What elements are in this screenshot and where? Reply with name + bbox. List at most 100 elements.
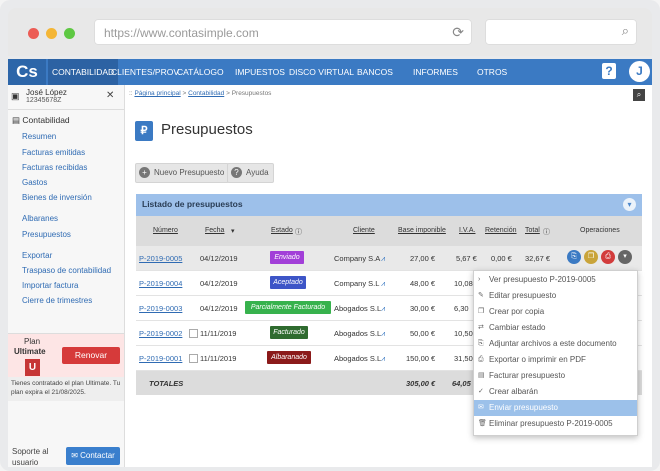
menu-item-exportar-pdf[interactable]: ⎙ Exportar o imprimir en PDF: [474, 352, 637, 368]
sidebar-item-albaranes[interactable]: Albaranes: [22, 214, 58, 223]
reload-icon[interactable]: ⟳: [452, 24, 464, 41]
chart-icon[interactable]: ⩘: [381, 354, 385, 364]
row-numero[interactable]: P-2019-0001: [139, 354, 182, 363]
menu-item-crear-albaran[interactable]: ✓ Crear albarán: [474, 384, 637, 400]
sidebar-item-importar-factura[interactable]: Importar factura: [22, 281, 78, 290]
row-numero[interactable]: P-2019-0005: [139, 254, 182, 263]
nav-informes[interactable]: INFORMES: [413, 59, 458, 85]
chart-icon[interactable]: ⩘: [381, 329, 385, 339]
nav-clientes[interactable]: CLIENTES/PROV.: [111, 59, 181, 85]
help-icon[interactable]: ?: [602, 63, 616, 79]
address-bar[interactable]: https://www.contasimple.com ⟳: [94, 19, 472, 45]
col-fecha[interactable]: Fecha: [205, 227, 224, 234]
menu-item-adjuntar[interactable]: ⎘ Adjuntar archivos a este documento: [474, 336, 637, 352]
maximize-window-icon[interactable]: [64, 28, 75, 39]
browser-search-field[interactable]: ⌕: [485, 19, 637, 45]
sidebar-item-gastos[interactable]: Gastos: [22, 178, 47, 187]
app-logo[interactable]: Cs: [8, 59, 46, 85]
breadcrumb-home[interactable]: Página principal: [134, 90, 180, 97]
nav-catalogo[interactable]: CATÁLOGO: [177, 59, 224, 85]
col-iva[interactable]: I.V.A.: [459, 227, 475, 234]
plan-label: Plan: [24, 337, 41, 346]
row-base: 150,00 €: [406, 354, 436, 363]
contact-button-label: Contactar: [80, 451, 115, 460]
nav-contabilidad[interactable]: CONTABILIDAD: [48, 59, 119, 85]
document-icon: ▤: [12, 115, 21, 125]
search-icon[interactable]: ⌕: [633, 89, 645, 101]
col-retencion[interactable]: Retención: [485, 227, 517, 234]
menu-item-copiar[interactable]: ❐ Crear por copia: [474, 304, 637, 320]
sidebar-item-facturas-emitidas[interactable]: Facturas emitidas: [22, 148, 85, 157]
menu-item-cambiar-estado[interactable]: ⇄ Cambiar estado: [474, 320, 637, 336]
col-numero[interactable]: Número: [153, 227, 178, 234]
renew-button[interactable]: Renovar: [62, 347, 120, 364]
sidebar-item-facturas-recibidas[interactable]: Facturas recibidas: [22, 163, 87, 172]
print-icon[interactable]: ⎙: [601, 250, 615, 264]
collapse-icon[interactable]: ✕: [106, 90, 114, 101]
sidebar-item-resumen[interactable]: Resumen: [22, 132, 56, 141]
copy-icon[interactable]: ❐: [584, 250, 598, 264]
sidebar-item-cierre-trimestres[interactable]: Cierre de trimestres: [22, 296, 92, 305]
avatar[interactable]: J: [629, 61, 650, 82]
status-badge: Parcialmente Facturado: [245, 301, 331, 314]
chevron-right-icon: ›: [478, 276, 481, 283]
row-fecha: 11/11/2019: [200, 329, 237, 338]
nav-bancos[interactable]: BANCOS: [357, 59, 393, 85]
row-checkbox[interactable]: [189, 329, 198, 338]
paperclip-icon[interactable]: ⎘: [567, 250, 581, 264]
presupuesto-icon: ₽: [135, 121, 153, 141]
nav-impuestos[interactable]: IMPUESTOS: [235, 59, 285, 85]
nav-disco-virtual[interactable]: DISCO VIRTUAL: [289, 59, 354, 85]
contact-button[interactable]: ✉ Contactar: [66, 447, 120, 465]
chart-icon[interactable]: ⩘: [381, 279, 385, 289]
row-checkbox[interactable]: [189, 354, 198, 363]
totals-label: TOTALES: [149, 379, 184, 388]
close-window-icon[interactable]: [28, 28, 39, 39]
col-estado[interactable]: Estado: [271, 227, 293, 234]
menu-item-ver[interactable]: › Ver presupuesto P-2019-0005: [474, 272, 637, 288]
col-total[interactable]: Total: [525, 227, 540, 234]
totals-iva: 64,05: [452, 379, 471, 388]
sidebar-item-presupuestos[interactable]: Presupuestos: [22, 230, 71, 239]
row-cliente: Abogados S.L: [334, 329, 382, 338]
operations-dropdown-icon[interactable]: ▾: [618, 250, 632, 264]
browser-toolbar: https://www.contasimple.com ⟳ ⌕: [8, 8, 652, 56]
chevron-down-icon[interactable]: ▾: [623, 198, 636, 211]
row-numero[interactable]: P-2019-0004: [139, 279, 182, 288]
breadcrumb-contabilidad[interactable]: Contabilidad: [188, 90, 224, 97]
col-base[interactable]: Base imponible: [398, 227, 446, 234]
menu-item-facturar[interactable]: ▤ Facturar presupuesto: [474, 368, 637, 384]
list-header: Listado de presupuestos ▾: [136, 194, 642, 216]
sidebar-item-bienes-inversion[interactable]: Bienes de inversión: [22, 193, 92, 202]
table-row[interactable]: P-2019-0005 04/12/2019 Enviado Company S…: [136, 246, 642, 271]
row-numero[interactable]: P-2019-0003: [139, 304, 182, 313]
check-icon: ✓: [478, 388, 484, 395]
menu-item-label: Facturar presupuesto: [489, 371, 566, 380]
sidebar-section: ▤ Contabilidad: [12, 115, 70, 126]
menu-item-label: Eliminar presupuesto P-2019-0005: [489, 419, 613, 428]
list-title: Listado de presupuestos: [142, 199, 243, 209]
new-budget-button[interactable]: + Nuevo Presupuesto: [135, 163, 230, 183]
swap-icon: ⇄: [478, 324, 484, 331]
breadcrumb-sep: >: [226, 90, 230, 97]
sidebar-item-traspaso[interactable]: Traspaso de contabilidad: [22, 266, 111, 275]
chart-icon[interactable]: ⩘: [381, 254, 385, 264]
col-cliente[interactable]: Cliente: [353, 227, 375, 234]
menu-item-editar[interactable]: ✎ Editar presupuesto: [474, 288, 637, 304]
row-cliente: Company S.A: [334, 254, 381, 263]
status-badge: Aceptado: [270, 276, 306, 289]
row-iva: 10,08: [454, 279, 473, 288]
sidebar-item-exportar[interactable]: Exportar: [22, 251, 52, 260]
row-iva: 10,50: [454, 329, 473, 338]
nav-otros[interactable]: OTROS: [477, 59, 507, 85]
col-operaciones: Operaciones: [580, 227, 620, 234]
menu-item-enviar[interactable]: ✉ Enviar presupuesto: [474, 400, 637, 416]
row-base: 50,00 €: [410, 329, 436, 338]
menu-item-label: Editar presupuesto: [489, 291, 557, 300]
help-button[interactable]: ? Ayuda: [227, 163, 274, 183]
menu-item-eliminar[interactable]: 🗑 Eliminar presupuesto P-2019-0005: [474, 416, 637, 432]
minimize-window-icon[interactable]: [46, 28, 57, 39]
row-numero[interactable]: P-2019-0002: [139, 329, 182, 338]
chart-icon[interactable]: ⩘: [381, 304, 385, 314]
status-badge: Enviado: [270, 251, 304, 264]
